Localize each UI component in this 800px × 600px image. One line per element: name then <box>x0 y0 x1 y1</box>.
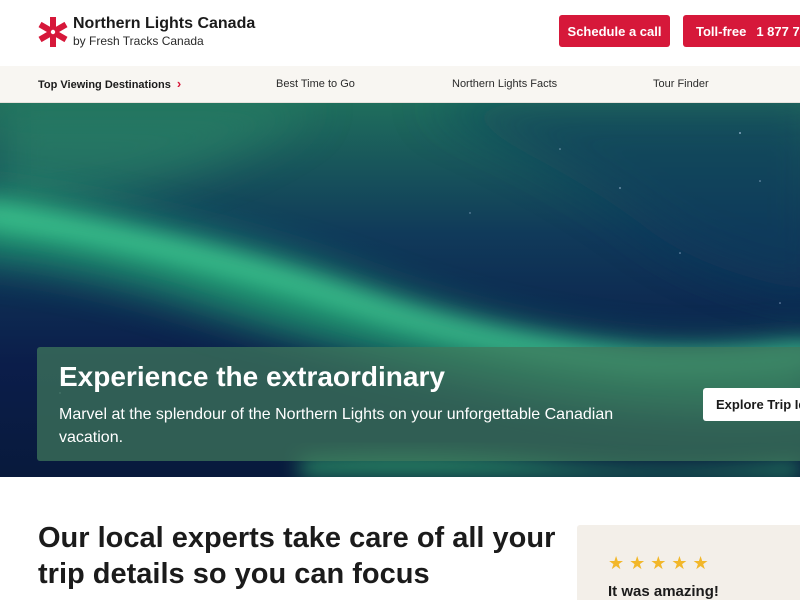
hero-title: Experience the extraordinary <box>59 361 445 392</box>
site-header: Northern Lights Canada by Fresh Tracks C… <box>0 0 800 66</box>
star-rating: ★★★★★ <box>608 553 714 573</box>
chevron-right-icon: › <box>176 76 182 91</box>
brand-logo[interactable]: Northern Lights Canada by Fresh Tracks C… <box>38 16 255 49</box>
explore-trip-ideas-button[interactable]: Explore Trip Ide <box>703 388 800 421</box>
review-title: It was amazing! <box>608 583 719 600</box>
nav-item-tour-finder[interactable]: Tour Finder <box>653 66 709 102</box>
snowflake-asterisk-icon <box>38 17 68 47</box>
hero-banner: Experience the extraordinary Marvel at t… <box>0 103 800 477</box>
nav-item-label: Top Viewing Destinations <box>38 79 171 91</box>
schedule-call-button[interactable]: Schedule a call <box>559 15 670 47</box>
tollfree-label: Toll-free <box>696 23 747 39</box>
nav-item-label: Northern Lights Facts <box>452 78 558 90</box>
review-card: ★★★★★ It was amazing! <box>577 525 800 600</box>
nav-item-label: Best Time to Go <box>276 78 355 90</box>
hero-text-panel: Experience the extraordinary Marvel at t… <box>37 347 800 461</box>
hero-description: Marvel at the splendour of the Northern … <box>59 406 614 446</box>
brand-subtitle: by Fresh Tracks Canada <box>73 34 204 48</box>
nav-item-northern-lights-facts[interactable]: Northern Lights Facts <box>452 66 557 102</box>
nav-item-best-time-to-go[interactable]: Best Time to Go <box>276 66 355 102</box>
nav-item-top-viewing-destinations[interactable]: Top Viewing Destinations › <box>38 66 181 102</box>
tollfree-button[interactable]: Toll-free 1 877 74 <box>683 15 800 47</box>
nav-item-label: Tour Finder <box>653 78 709 90</box>
schedule-call-label: Schedule a call <box>567 23 662 39</box>
tollfree-number: 1 877 74 <box>756 23 800 39</box>
sub-navigation: Top Viewing Destinations › Best Time to G… <box>0 66 800 103</box>
brand-title: Northern Lights Canada <box>73 15 256 32</box>
intro-heading: Our local experts take care of all your … <box>38 522 556 590</box>
